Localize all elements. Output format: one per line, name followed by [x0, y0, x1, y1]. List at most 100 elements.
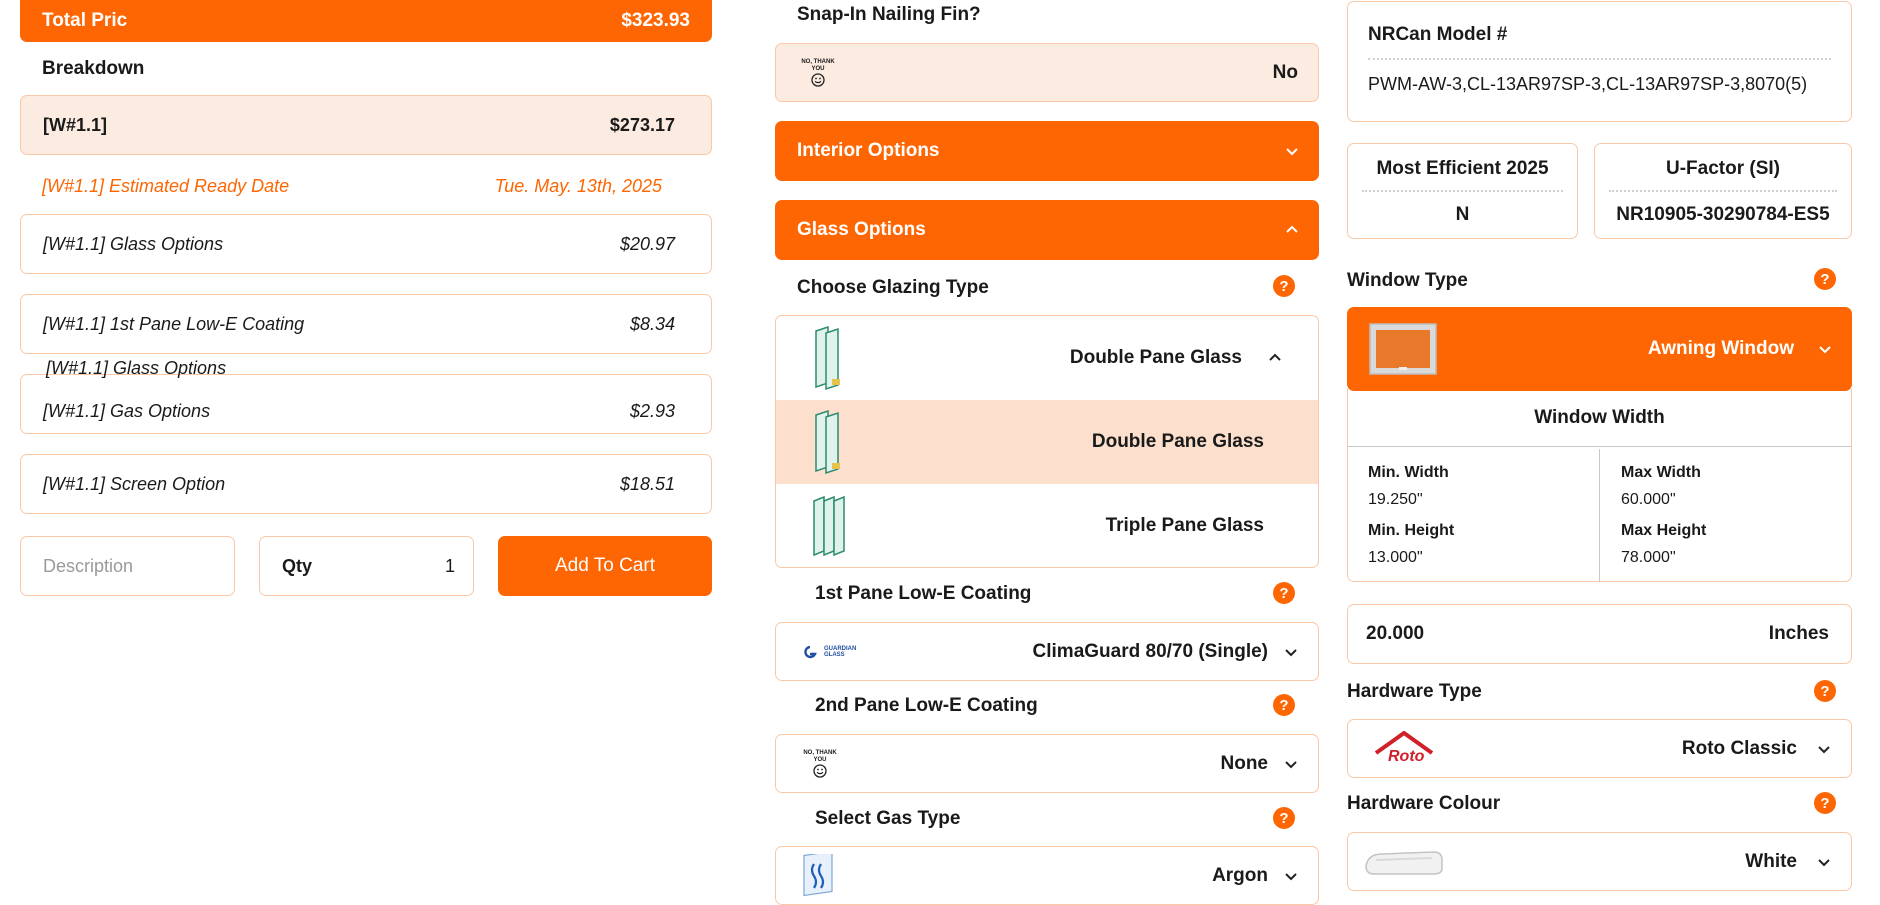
double-pane-glass-icon: [815, 409, 840, 475]
help-icon[interactable]: ?: [1273, 275, 1295, 297]
glass-options-label: Glass Options: [797, 219, 926, 240]
snap-in-value: No: [1272, 61, 1298, 83]
dotted-divider: [1368, 58, 1831, 60]
chevron-down-icon: [1819, 346, 1831, 354]
gas-argon-icon: [803, 853, 833, 896]
hardware-colour-select[interactable]: White: [1347, 832, 1852, 891]
window-type-title: Window Type: [1347, 270, 1468, 291]
min-width-label: Min. Width: [1368, 464, 1449, 481]
hardware-type-title: Hardware Type: [1347, 681, 1482, 702]
dotted-divider: [1609, 190, 1837, 192]
hardware-colour-value: White: [1745, 850, 1797, 872]
interior-options-label: Interior Options: [797, 140, 940, 161]
lowe1-select[interactable]: GUARDIAN GLASS ClimaGuard 80/70 (Single): [775, 622, 1319, 681]
roto-logo: Roto: [1366, 730, 1442, 767]
help-icon[interactable]: ?: [1814, 680, 1836, 702]
chevron-up-icon: [1269, 353, 1281, 361]
handle-white-icon: [1365, 850, 1443, 875]
nrcan-label: NRCan Model #: [1368, 24, 1508, 45]
lowe2-select[interactable]: NO, THANK YOU None: [775, 734, 1319, 793]
chevron-down-icon: [1285, 872, 1297, 880]
glazing-type-dropdown[interactable]: Double Pane Glass Double Pane Glass Trip…: [775, 315, 1319, 568]
glazing-selected-label: Double Pane Glass: [1069, 347, 1242, 368]
help-icon[interactable]: ?: [1814, 268, 1836, 290]
guardian-glass-logo: GUARDIAN GLASS: [800, 645, 864, 659]
window-width-title: Window Width: [1348, 389, 1851, 447]
window-width-input[interactable]: 20.000 Inches: [1347, 604, 1852, 664]
window-width-card: Window Width Min. Width 19.250" Min. Hei…: [1347, 389, 1852, 582]
help-icon[interactable]: ?: [1814, 792, 1836, 814]
min-dimensions: Min. Width 19.250" Min. Height 13.000": [1348, 449, 1600, 582]
gas-type-title: Select Gas Type: [815, 808, 961, 829]
chevron-down-icon: [1285, 648, 1297, 656]
max-width-label: Max Width: [1621, 464, 1701, 481]
item-price: $273.17: [609, 114, 675, 135]
qty-label: Qty: [282, 555, 313, 576]
total-price-bar: Total Pric $323.93: [20, 0, 712, 42]
nrcan-model-card: NRCan Model # PWM-AW-3,CL-13AR97SP-3,CL-…: [1347, 1, 1852, 122]
window-type-value: Awning Window: [1647, 338, 1794, 359]
option-price: $18.51: [619, 473, 675, 494]
nrcan-value: PWM-AW-3,CL-13AR97SP-3,CL-13AR97SP-3,807…: [1368, 74, 1808, 94]
gas-type-select[interactable]: Argon: [775, 846, 1319, 905]
min-width-value: 19.250": [1368, 491, 1423, 508]
description-input[interactable]: Description: [20, 536, 235, 596]
breakdown-title: Breakdown: [42, 58, 145, 79]
qty-value[interactable]: 1: [445, 556, 455, 577]
lowe1-value: ClimaGuard 80/70 (Single): [1032, 640, 1268, 662]
awning-window-icon: [1369, 323, 1437, 375]
total-price-label: Total Pric: [42, 10, 128, 31]
width-value[interactable]: 20.000: [1366, 623, 1424, 645]
glazing-selected-option[interactable]: Double Pane Glass: [776, 316, 1318, 400]
min-height-value: 13.000": [1368, 549, 1423, 566]
option-label: [W#1.1] Glass Options: [43, 233, 224, 254]
min-height-label: Min. Height: [1368, 522, 1455, 539]
hardware-type-select[interactable]: Roto Roto Classic: [1347, 719, 1852, 778]
width-unit: Inches: [1768, 623, 1829, 644]
breakdown-option-row: [W#1.1] Gas Options $2.93: [20, 374, 712, 434]
snap-in-nailing-fin-select[interactable]: NO, THANK YOU No: [775, 43, 1319, 102]
option-price: $2.93: [629, 400, 675, 421]
chevron-down-icon: [1286, 148, 1298, 156]
double-pane-glass-icon: [815, 325, 840, 391]
help-icon[interactable]: ?: [1273, 807, 1295, 829]
max-dimensions: Max Width 60.000" Max Height 78.000": [1601, 449, 1853, 582]
breakdown-item-row: [W#1.1] $273.17: [20, 95, 712, 155]
item-label: [W#1.1]: [43, 114, 108, 135]
quantity-field[interactable]: Qty 1: [259, 536, 474, 596]
window-type-select[interactable]: Awning Window: [1347, 307, 1852, 391]
option-price: $8.34: [629, 313, 675, 334]
triple-pane-glass-icon: [813, 495, 845, 557]
dotted-divider: [1362, 190, 1563, 192]
glazing-option-label: Double Pane Glass: [1091, 431, 1264, 452]
chevron-up-icon: [1286, 225, 1298, 233]
u-factor-card: U-Factor (SI) NR10905-30290784-ES5: [1594, 143, 1852, 239]
most-efficient-label: Most Efficient 2025: [1376, 158, 1549, 179]
help-icon[interactable]: ?: [1273, 582, 1295, 604]
glazing-option-label: Triple Pane Glass: [1105, 515, 1264, 536]
breakdown-option-row: [W#1.1] 1st Pane Low-E Coating $8.34: [20, 294, 712, 354]
lowe1-title: 1st Pane Low-E Coating: [815, 583, 1032, 604]
interior-options-accordion[interactable]: Interior Options: [775, 121, 1319, 181]
add-to-cart-button[interactable]: Add To Cart: [498, 536, 712, 596]
hardware-colour-title: Hardware Colour: [1347, 793, 1501, 814]
max-width-value: 60.000": [1621, 491, 1676, 508]
snap-in-nailing-fin-title: Snap-In Nailing Fin?: [797, 4, 981, 25]
chevron-down-icon: [1285, 760, 1297, 768]
chevron-down-icon: [1818, 745, 1830, 753]
estimated-ready-date-row: [W#1.1] Estimated Ready Date Tue. May. 1…: [42, 176, 662, 197]
glazing-option-double[interactable]: Double Pane Glass: [776, 400, 1318, 484]
option-label: [W#1.1] 1st Pane Low-E Coating: [43, 313, 305, 334]
help-icon[interactable]: ?: [1273, 694, 1295, 716]
option-label: [W#1.1] Gas Options: [43, 400, 211, 421]
lowe2-title: 2nd Pane Low-E Coating: [815, 695, 1038, 716]
hardware-type-value: Roto Classic: [1681, 737, 1797, 759]
option-price: $20.97: [619, 233, 675, 254]
max-height-label: Max Height: [1621, 522, 1707, 539]
lowe2-value: None: [1220, 752, 1269, 774]
ready-date-value: Tue. May. 13th, 2025: [494, 176, 662, 196]
glazing-option-triple[interactable]: Triple Pane Glass: [776, 484, 1318, 567]
overlapping-option-label: [W#1.1] Glass Options: [46, 358, 227, 378]
glass-options-accordion[interactable]: Glass Options: [775, 200, 1319, 260]
no-thanks-icon: NO, THANK YOU: [798, 59, 838, 87]
